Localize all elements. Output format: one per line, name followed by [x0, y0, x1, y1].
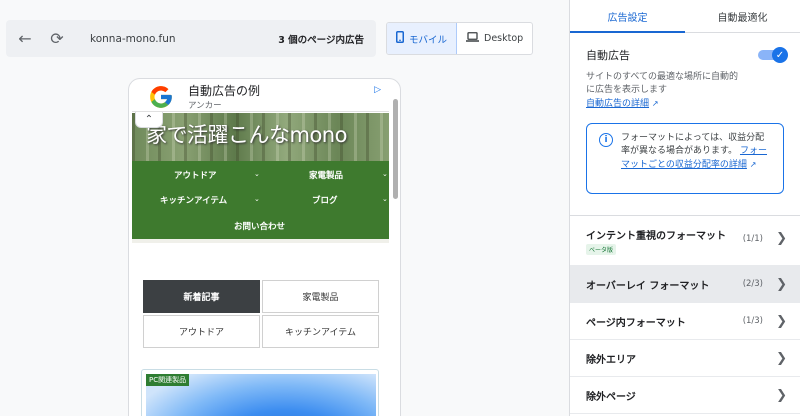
category-appliances[interactable]: 家電製品	[262, 280, 379, 313]
revenue-share-info: i フォーマットによっては、収益分配率が異なる場合があります。 フォーマットごと…	[586, 123, 784, 194]
auto-ads-description: サイトのすべての最適な場所に自動的に広告を表示します 自動広告の詳細 ↗	[586, 71, 746, 111]
row-overlay-formats[interactable]: オーバーレイ フォーマット (2/3) ❯	[570, 266, 800, 303]
chevron-down-icon: ⌄	[382, 170, 388, 178]
chevron-up-icon: ⌃	[144, 114, 154, 125]
external-link-icon: ↗	[749, 160, 757, 169]
site-nav: アウトドア ⌄ 家電製品 ⌄ キッチンアイテム ⌄ ブログ ⌄ お問い合わせ	[132, 161, 389, 239]
row-in-page-formats[interactable]: ページ内フォーマット (1/3) ❯	[570, 303, 800, 340]
chevron-right-icon: ❯	[776, 350, 787, 366]
category-outdoor[interactable]: アウトドア	[143, 315, 260, 348]
mobile-button[interactable]: モバイル	[387, 23, 458, 54]
collapse-anchor-button[interactable]: ⌃	[135, 112, 163, 128]
auto-ads-toggle[interactable]: ✓	[758, 47, 788, 63]
desktop-label: Desktop	[484, 33, 524, 44]
phone-icon	[396, 31, 404, 46]
chevron-down-icon: ⌄	[382, 195, 388, 203]
auto-ads-description-text: サイトのすべての最適な場所に自動的に広告を表示します	[586, 72, 739, 95]
ad-choices-icon[interactable]: ▷	[374, 85, 381, 95]
auto-ads-section: 自動広告 ✓ サイトのすべての最適な場所に自動的に広告を表示します 自動広告の詳…	[570, 33, 800, 111]
category-kitchen[interactable]: キッチンアイテム	[262, 315, 379, 348]
auto-ads-title: 自動広告	[586, 49, 630, 62]
row-label: 除外ページ	[586, 391, 636, 403]
info-text: フォーマットによっては、収益分配率が異なる場合があります。 フォーマットごとの収…	[621, 132, 773, 172]
back-arrow-icon[interactable]: ←	[12, 26, 38, 52]
device-toggle: モバイル Desktop	[386, 22, 534, 55]
auto-ads-details-link[interactable]: 自動広告の詳細	[586, 99, 649, 109]
anchor-ad[interactable]: 自動広告の例 アンカー ▷	[132, 82, 389, 112]
row-excluded-areas[interactable]: 除外エリア ❯	[570, 340, 800, 377]
laptop-icon	[466, 32, 480, 45]
article-category-badge: PC関連製品	[146, 374, 190, 386]
reload-icon[interactable]: ⟳	[44, 26, 70, 52]
external-link-icon: ↗	[651, 99, 659, 108]
row-excluded-pages[interactable]: 除外ページ ❯	[570, 377, 800, 414]
mobile-label: モバイル	[409, 34, 448, 46]
row-count: (2/3)	[742, 279, 763, 289]
ad-subtitle: アンカー	[188, 101, 222, 111]
chevron-down-icon: ⌄	[254, 195, 260, 203]
row-label: オーバーレイ フォーマット	[586, 280, 710, 292]
nav-item-blog[interactable]: ブログ	[312, 194, 338, 206]
google-logo-icon	[146, 82, 176, 112]
chevron-right-icon: ❯	[776, 313, 787, 329]
desktop-button[interactable]: Desktop	[457, 23, 532, 54]
ad-title: 自動広告の例	[188, 84, 261, 98]
mobile-preview-frame: 自動広告の例 アンカー ▷ ⌃ 家で活躍こんなmono アウトドア ⌄ 家電製品…	[128, 78, 401, 416]
divider	[132, 239, 389, 243]
row-label: インテント重視のフォーマット	[586, 230, 726, 242]
in-page-ad-count: 3 個のページ内広告	[278, 34, 364, 46]
row-label: 除外エリア	[586, 354, 636, 366]
site-title[interactable]: 家で活躍こんなmono	[146, 119, 347, 149]
row-intent-formats[interactable]: インテント重視のフォーマット ベータ版 (1/1) ❯	[570, 216, 800, 266]
chevron-right-icon: ❯	[776, 387, 787, 403]
preview-url: konna-mono.fun	[90, 32, 176, 45]
nav-item-appliances[interactable]: 家電製品	[309, 169, 343, 181]
article-card[interactable]: PC関連製品	[141, 369, 379, 416]
row-count: (1/3)	[742, 316, 763, 326]
info-icon: i	[599, 133, 613, 147]
chevron-right-icon: ❯	[776, 231, 787, 246]
settings-panel: 広告設定 自動最適化 自動広告 ✓ サイトのすべての最適な場所に自動的に広告を表…	[569, 0, 800, 416]
tab-auto-optimize[interactable]: 自動最適化	[685, 0, 800, 32]
category-new-posts[interactable]: 新着記事	[143, 280, 260, 313]
chevron-right-icon: ❯	[776, 276, 787, 292]
format-list: インテント重視のフォーマット ベータ版 (1/1) ❯ オーバーレイ フォーマッ…	[570, 215, 800, 414]
nav-item-outdoor[interactable]: アウトドア	[174, 169, 217, 181]
row-label: ページ内フォーマット	[586, 317, 686, 329]
settings-tabs: 広告設定 自動最適化	[570, 0, 800, 33]
chevron-down-icon: ⌄	[254, 170, 260, 178]
preview-scrollbar[interactable]	[393, 99, 398, 199]
beta-badge: ベータ版	[586, 243, 617, 255]
nav-item-contact[interactable]: お問い合わせ	[234, 220, 285, 232]
row-count: (1/1)	[742, 234, 763, 244]
check-icon: ✓	[772, 47, 788, 63]
preview-toolbar: ← ⟳ konna-mono.fun 3 個のページ内広告	[6, 20, 376, 57]
preview-area: ← ⟳ konna-mono.fun 3 個のページ内広告 モバイル Deskt…	[0, 0, 569, 416]
nav-item-kitchen[interactable]: キッチンアイテム	[160, 194, 227, 206]
tab-ad-settings[interactable]: 広告設定	[570, 0, 685, 33]
site-header-image: 家で活躍こんなmono	[132, 113, 389, 161]
